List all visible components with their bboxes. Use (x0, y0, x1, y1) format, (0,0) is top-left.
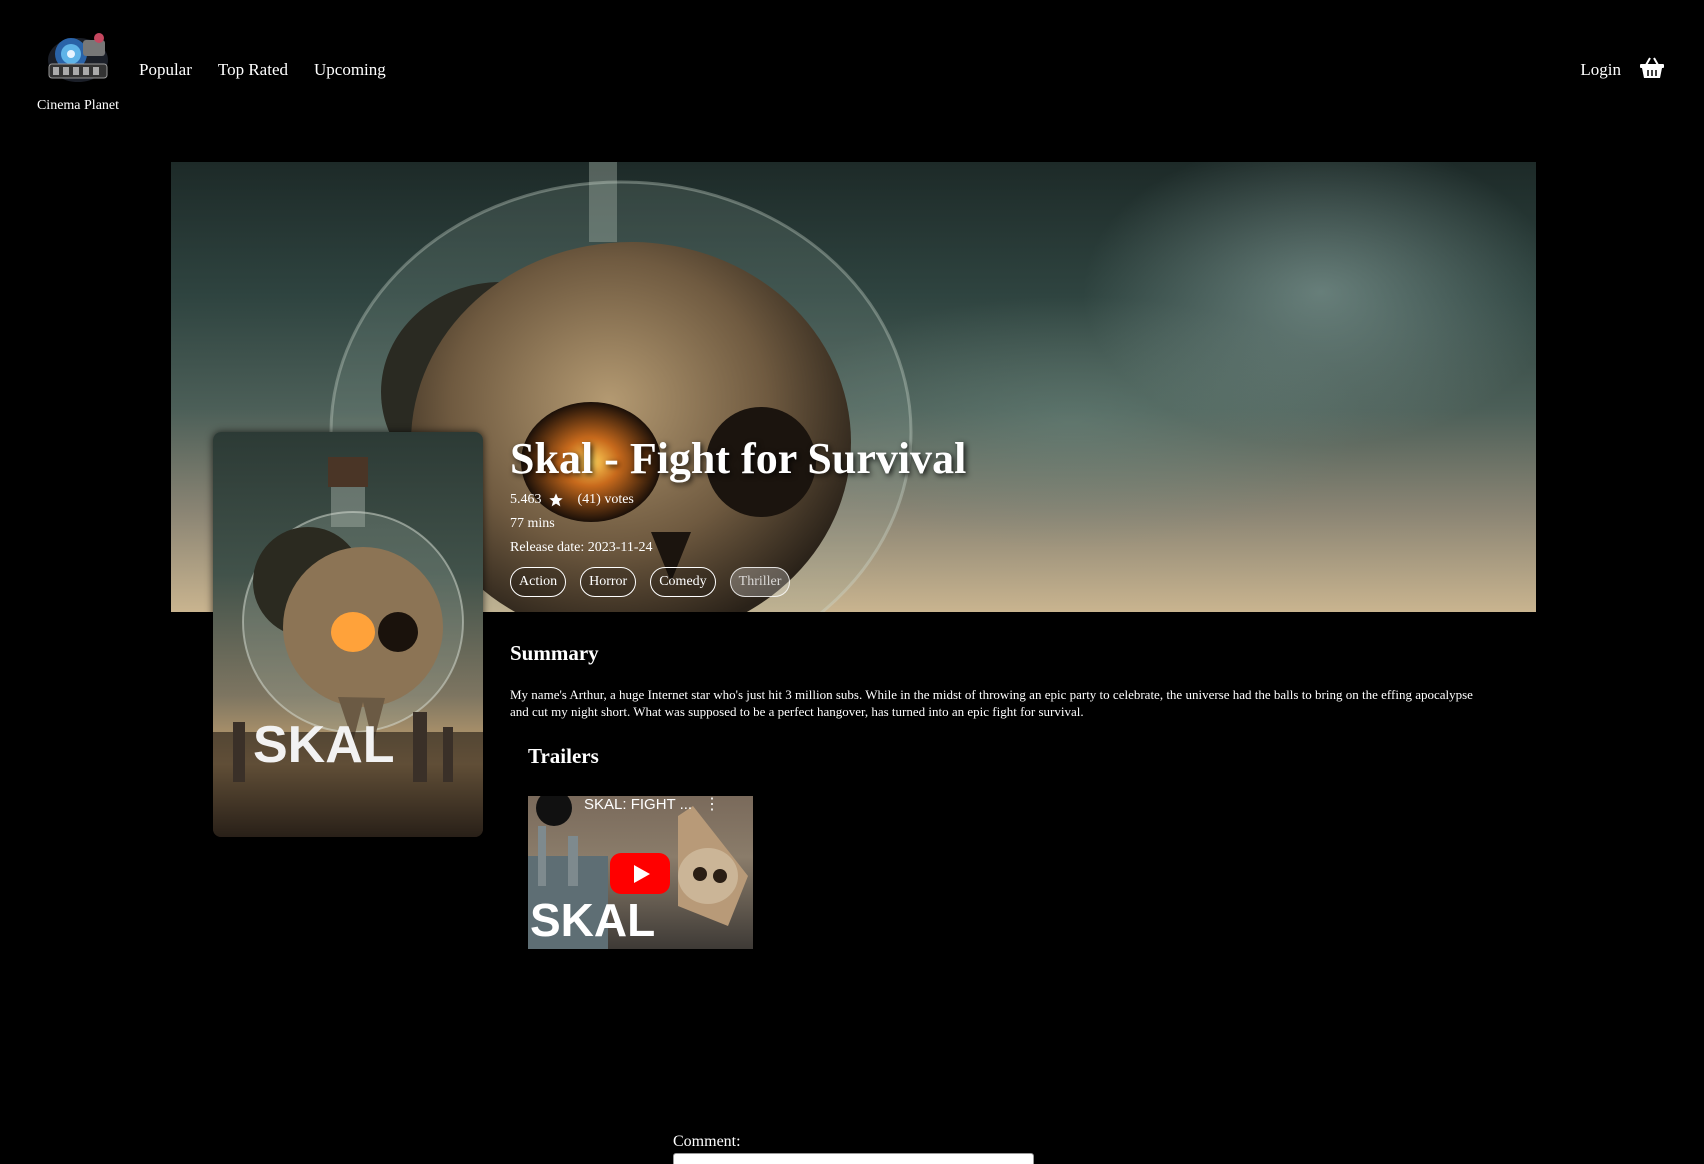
nav-top-rated[interactable]: Top Rated (218, 60, 288, 80)
comment-label: Comment: (673, 1133, 741, 1150)
summary-heading: Summary (510, 641, 599, 665)
genre-thriller[interactable]: Thriller (729, 567, 791, 597)
nav-upcoming[interactable]: Upcoming (314, 60, 386, 80)
movie-title: Skal - Fight for Survival (510, 434, 967, 483)
vote-count: (41) votes (577, 492, 634, 507)
genre-list: Action Horror Comedy Thriller (510, 567, 1500, 597)
trailers-heading: Trailers (528, 744, 599, 768)
comment-input[interactable] (673, 1153, 1034, 1164)
nav-popular[interactable]: Popular (139, 60, 192, 80)
brand-name: Cinema Planet (36, 98, 120, 113)
trailer-title-art: SKAL (530, 894, 655, 946)
rating-line: 5.463 (41) votes (510, 491, 1500, 509)
genre-horror[interactable]: Horror (580, 567, 637, 597)
more-icon[interactable]: ⋮ (704, 796, 720, 814)
login-link[interactable]: Login (1580, 60, 1621, 80)
genre-action[interactable]: Action (510, 567, 567, 597)
star-icon (548, 492, 564, 508)
trailer-video[interactable]: SKAL SKAL: FIGHT ... ⋮ (528, 796, 753, 949)
runtime: 77 mins (510, 516, 555, 531)
trailer-title: SKAL: FIGHT ... (584, 796, 693, 813)
movie-detail-page: Cinema Planet Popular Top Rated Upcoming… (0, 0, 1704, 1164)
play-icon[interactable] (610, 853, 670, 894)
brand[interactable]: Cinema Planet (30, 26, 126, 114)
release-date: Release date: 2023-11-24 (510, 540, 653, 555)
rating-value: 5.463 (510, 492, 542, 507)
main-nav: Popular Top Rated Upcoming (139, 60, 386, 80)
movie-poster: SKAL (213, 432, 483, 837)
movie-details: Skal - Fight for Survival 5.463 (41) vot… (510, 433, 1500, 597)
cinema-planet-logo (41, 26, 115, 90)
genre-comedy[interactable]: Comedy (650, 567, 716, 597)
basket-icon[interactable] (1639, 56, 1665, 80)
poster-title-art: SKAL (253, 716, 395, 774)
summary-text: My name's Arthur, a huge Internet star w… (510, 687, 1473, 719)
